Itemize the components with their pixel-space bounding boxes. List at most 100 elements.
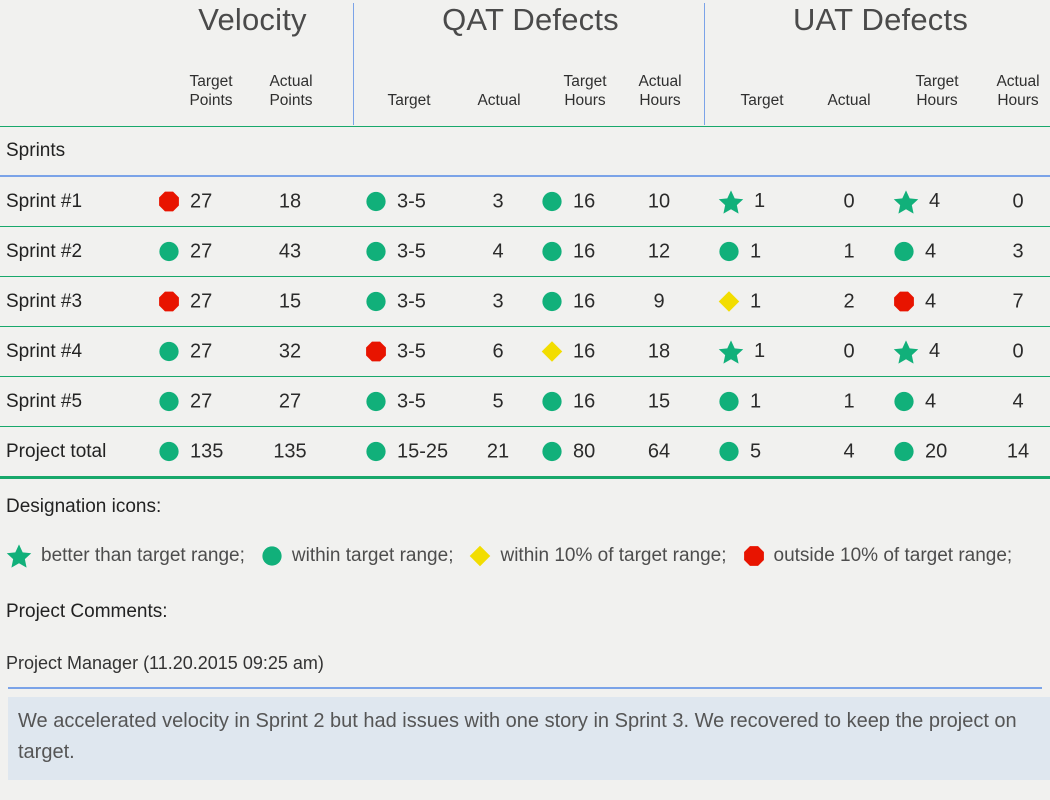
metric-value: 18 [647, 340, 671, 362]
metric-value: 64 [647, 440, 671, 462]
star-icon [718, 189, 744, 215]
table-row[interactable]: Sprint #5 27 27 3-5 5 16 15 1 1 4 4 [0, 377, 1050, 426]
circle-icon [541, 391, 563, 413]
circle-icon [718, 441, 740, 463]
metric-value: 0 [1012, 190, 1024, 212]
table-row[interactable]: Project total 135 135 15-25 21 80 64 5 4 20 14 [0, 427, 1050, 476]
metric-cell: 15-25 [365, 440, 448, 463]
metric-value: 14 [1006, 440, 1030, 462]
metric-value: 1 [754, 190, 766, 212]
metric-value: 135 [190, 440, 224, 462]
metric-value: 4 [925, 290, 937, 312]
metric-value: 3-5 [397, 240, 426, 262]
column-header-uat-actual-hours: Actual Hours [967, 72, 1050, 110]
table-row[interactable]: Sprint #4 27 32 3-5 6 16 18 1 0 4 0 [0, 327, 1050, 376]
circle-icon [541, 191, 563, 213]
column-header-line1: Actual [638, 73, 682, 90]
metric-cell: 3-5 [365, 240, 426, 263]
metric-value: 1 [843, 390, 855, 412]
metric-value: 3-5 [397, 340, 426, 362]
row-label: Sprint #5 [6, 390, 83, 412]
circle-icon [158, 241, 180, 263]
metric-value: 3 [492, 190, 504, 212]
metric-value: 2 [843, 290, 855, 312]
group-title-qat-defects: QAT Defects [442, 2, 619, 37]
comments-title: Project Comments: [6, 601, 168, 622]
circle-icon [365, 241, 387, 263]
metric-cell: 27 [158, 390, 212, 413]
column-header-line1: Actual [827, 92, 871, 109]
diamond-icon [541, 341, 563, 363]
metric-value: 15 [647, 390, 671, 412]
table-rows: Sprint #1 27 18 3-5 3 16 10 1 0 4 0 Sprint #2 27 43 3-… [0, 177, 1050, 479]
legend-label: within 10% of target range; [500, 545, 727, 566]
metric-cell: 16 [541, 290, 595, 313]
metric-cell: 27 [158, 340, 212, 363]
metric-value: 1 [843, 240, 855, 262]
metric-cell: 4 [893, 390, 936, 413]
metric-cell: 4 [893, 240, 936, 263]
metric-cell: 4 [893, 189, 940, 215]
table-row[interactable]: Sprint #3 27 15 3-5 3 16 9 1 2 4 7 [0, 277, 1050, 326]
metric-value: 3 [492, 290, 504, 312]
metric-cell: 1 [718, 390, 761, 413]
diamond-icon [718, 291, 740, 313]
column-header-line1: Actual [996, 73, 1040, 90]
metric-cell: 1 [718, 189, 765, 215]
circle-icon [365, 441, 387, 463]
metric-value: 16 [573, 190, 596, 212]
metric-value: 15-25 [397, 440, 449, 462]
row-label: Project total [6, 440, 107, 462]
metric-value: 32 [278, 340, 302, 362]
metric-value: 5 [492, 390, 504, 412]
legend-item: within 10% of target range; [469, 545, 727, 567]
circle-icon [365, 391, 387, 413]
metric-cell: 20 [893, 440, 947, 463]
metric-value: 27 [190, 390, 213, 412]
metric-value: 4 [1012, 390, 1024, 412]
metric-value: 7 [1012, 290, 1024, 312]
section-label: Sprints [6, 140, 66, 161]
column-header-uat-actual: Actual [798, 91, 900, 110]
metric-value: 16 [573, 340, 596, 362]
table-row[interactable]: Sprint #1 27 18 3-5 3 16 10 1 0 4 0 [0, 177, 1050, 226]
metric-value: 16 [573, 390, 596, 412]
circle-icon [365, 291, 387, 313]
metric-value: 1 [750, 390, 762, 412]
group-title-uat-defects: UAT Defects [792, 2, 969, 37]
table-row[interactable]: Sprint #2 27 43 3-5 4 16 12 1 1 4 3 [0, 227, 1050, 276]
metric-value: 12 [647, 240, 671, 262]
metric-cell: 1 [718, 240, 761, 263]
row-label: Sprint #3 [6, 290, 83, 312]
metric-value: 27 [190, 340, 213, 362]
star-icon [893, 339, 919, 365]
octagon-icon [743, 545, 765, 567]
octagon-icon [893, 291, 915, 313]
metric-value: 16 [573, 240, 596, 262]
circle-icon [261, 545, 283, 567]
metric-cell: 27 [158, 240, 212, 263]
group-title-velocity: Velocity [198, 2, 307, 37]
metric-value: 4 [925, 390, 937, 412]
legend-row: better than target range; within target r… [6, 543, 1012, 569]
metric-value: 4 [929, 190, 941, 212]
metric-cell: 3-5 [365, 190, 426, 213]
octagon-icon [158, 191, 180, 213]
legend-label: within target range; [291, 545, 454, 566]
metric-cell: 1 [718, 290, 761, 313]
metric-cell: 16 [541, 390, 595, 413]
metric-value: 3 [1012, 240, 1024, 262]
metric-value: 1 [750, 290, 762, 312]
metric-value: 1 [750, 240, 762, 262]
circle-icon [158, 441, 180, 463]
legend-item: within target range; [261, 545, 454, 567]
metric-cell: 3-5 [365, 390, 426, 413]
metrics-table: Sprints Sprint #1 27 18 3-5 3 16 10 1 0 4 0 Sprint … [0, 126, 1050, 479]
row-label: Sprint #4 [6, 340, 83, 362]
metric-cell: 16 [541, 190, 595, 213]
metric-value: 21 [486, 440, 510, 462]
legend-item: outside 10% of target range; [743, 545, 1012, 567]
column-header-actual-points: Actual Points [240, 72, 342, 110]
metric-value: 5 [750, 440, 762, 462]
metric-value: 4 [925, 240, 937, 262]
